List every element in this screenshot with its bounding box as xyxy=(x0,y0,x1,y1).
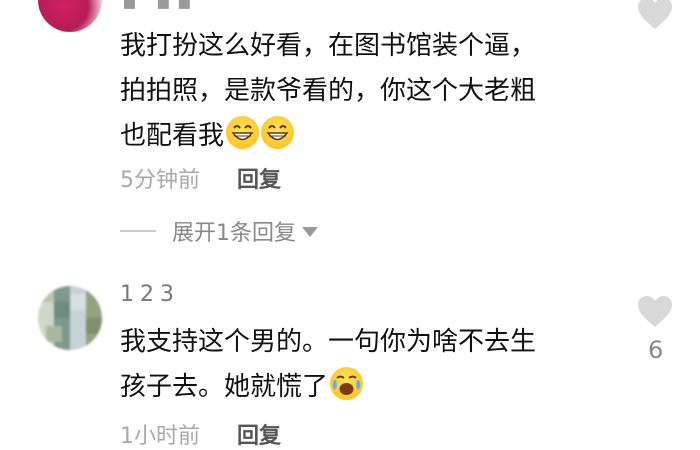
comment-text: 我支持这个男的。一句你为啥不去生 孩子去。她就慌了 xyxy=(120,320,536,410)
comment-text-line: 拍拍照，是款爷看的，你这个大老粗 xyxy=(120,76,537,106)
comment-meta: 1小时前 回复 xyxy=(120,418,281,450)
avatar-pixel xyxy=(38,286,54,302)
comment-text: 我打扮这么好看，在图书馆装个逼， 拍拍照，是款爷看的，你这个大老粗 也配看我 xyxy=(120,24,536,159)
avatar-pixel xyxy=(46,326,62,342)
avatar-pixel xyxy=(54,302,70,318)
grin-emoji-icon xyxy=(226,116,260,149)
tears-of-joy-emoji-icon xyxy=(330,367,364,400)
comment-meta: 5分钟前 回复 xyxy=(120,162,281,194)
avatar-pixel xyxy=(86,318,102,334)
reply-button[interactable]: 回复 xyxy=(237,424,281,449)
comment-time: 1小时前 xyxy=(120,424,200,449)
like-count: 6 xyxy=(648,336,664,364)
username[interactable]: 123 xyxy=(120,282,180,307)
heart-icon[interactable] xyxy=(637,295,673,329)
expand-replies-label: 展开1条回复 xyxy=(172,221,296,246)
comment-text-line: 我支持这个男的。一句你为啥不去生 xyxy=(120,327,537,357)
grin-emoji-icon xyxy=(261,116,295,149)
avatar[interactable] xyxy=(38,286,102,350)
comment-text-segment: 孩子去。她就慌了 xyxy=(120,372,329,402)
avatar-pixel xyxy=(70,294,86,310)
username-blurred[interactable]: ▪ ▪▪ xyxy=(122,0,198,15)
reply-button[interactable]: 回复 xyxy=(237,168,281,193)
comment-text-line: 孩子去。她就慌了 xyxy=(120,365,536,410)
comment-text-line: 我打扮这么好看，在图书馆装个逼， xyxy=(120,31,537,61)
comment-time: 5分钟前 xyxy=(120,168,200,193)
expand-replies-button[interactable]: 展开1条回复 xyxy=(120,215,318,247)
divider-line xyxy=(120,230,156,232)
avatar[interactable] xyxy=(38,0,102,32)
comment-text-line: 也配看我 xyxy=(120,114,536,159)
heart-icon[interactable] xyxy=(637,0,673,31)
comment-text-segment: 也配看我 xyxy=(120,121,225,151)
caret-down-icon xyxy=(302,227,318,237)
